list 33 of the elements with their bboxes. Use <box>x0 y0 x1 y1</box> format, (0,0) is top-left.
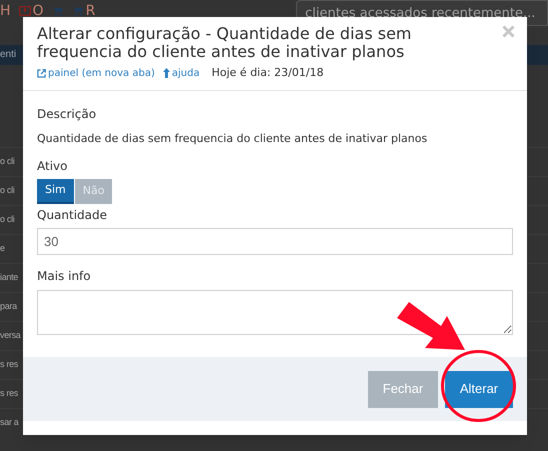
close-icon <box>502 25 515 38</box>
alert-icon <box>18 6 31 16</box>
current-date: Hoje é dia: 23/01/18 <box>212 65 324 81</box>
top-bar-label: H <box>0 4 11 18</box>
submit-button[interactable]: Alterar <box>445 370 513 408</box>
list-row-text: versa <box>0 329 21 342</box>
list-row-text: o cli <box>0 184 15 198</box>
list-row-text: o cli <box>0 155 15 168</box>
toggle-option[interactable]: Sim <box>37 179 74 204</box>
description-text: Quantidade de dias sem frequencia do cliente antes de inativar planos <box>37 130 428 146</box>
list-row-text: iante <box>0 271 18 284</box>
modal-title: Alterar configuração - Quantidade de dias sem frequencia do cliente antes de inativar planos <box>37 25 412 61</box>
header-fragment: enti <box>0 50 16 60</box>
list-row-text: para <box>0 300 17 314</box>
quantity-input[interactable]: 30 <box>37 228 513 255</box>
field-label: Ativo <box>37 158 68 175</box>
arrow-up-icon <box>162 68 170 78</box>
list-row-text: s res <box>0 387 18 400</box>
list-row-text: e <box>0 242 5 256</box>
list-row-text: sar a <box>0 416 19 430</box>
cart-icon <box>72 6 84 16</box>
list-row-text: s res <box>0 358 18 372</box>
top-bar-label: O <box>32 4 44 18</box>
list-row-text: o cli <box>0 213 15 226</box>
header-link[interactable]: painel (em nova aba) <box>37 66 155 81</box>
external-link-icon <box>37 68 46 78</box>
field-label: Quantidade <box>37 207 108 224</box>
top-bar-label: R <box>86 4 96 18</box>
field-label: Mais info <box>37 268 92 285</box>
header-link[interactable]: ajuda <box>162 66 200 81</box>
field-label: Descrição <box>37 106 98 122</box>
info-textarea[interactable] <box>37 290 513 335</box>
cart-icon <box>52 6 64 16</box>
